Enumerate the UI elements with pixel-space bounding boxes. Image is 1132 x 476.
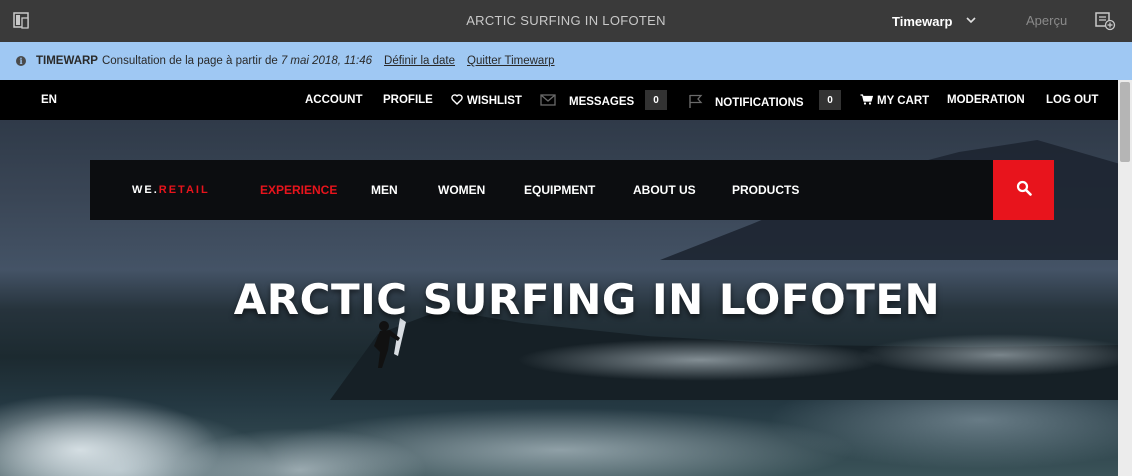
wishlist-label: WISHLIST [467, 95, 522, 107]
nav-item-men[interactable]: MEN [371, 183, 398, 197]
page-scrollbar[interactable] [1118, 80, 1132, 476]
hero-title: ARCTIC SURFING IN LOFOTEN [233, 275, 941, 324]
messages-link[interactable]: MESSAGES [540, 94, 634, 109]
moderation-link[interactable]: MODERATION [947, 94, 1025, 106]
mode-selector[interactable]: Timewarp [880, 0, 998, 42]
chevron-down-icon [966, 16, 977, 27]
editor-toolbar: ARCTIC SURFING IN LOFOTEN Timewarp Aperç… [0, 0, 1132, 42]
timewarp-date: 7 mai 2018, 11:46 [280, 55, 373, 67]
annotate-icon[interactable] [1094, 11, 1116, 31]
nav-item-products[interactable]: PRODUCTS [732, 183, 799, 197]
timewarp-label: TIMEWARP [36, 55, 98, 67]
notifications-count-badge: 0 [819, 90, 841, 110]
notifications-label: NOTIFICATIONS [715, 96, 804, 109]
nav-item-about-us[interactable]: ABOUT US [633, 183, 696, 197]
logout-link[interactable]: LOG OUT [1046, 94, 1098, 106]
nav-item-equipment[interactable]: EQUIPMENT [524, 183, 595, 197]
notifications-link[interactable]: NOTIFICATIONS [688, 94, 804, 111]
heart-icon [451, 94, 463, 108]
hero-foam [0, 320, 1118, 476]
surfer-figure [370, 316, 410, 376]
info-icon: i [16, 56, 26, 66]
nav-item-experience[interactable]: EXPERIENCE [260, 183, 337, 197]
envelope-icon [540, 94, 556, 109]
profile-link[interactable]: PROFILE [383, 94, 433, 106]
messages-label: MESSAGES [569, 95, 635, 108]
cart-label: MY CART [877, 95, 930, 107]
language-switcher[interactable]: EN [41, 94, 57, 106]
logo-accent: RETAIL [158, 184, 210, 196]
flag-icon [688, 94, 703, 111]
messages-count-badge: 0 [645, 90, 667, 110]
cart-link[interactable]: MY CART [860, 94, 929, 108]
site-frame: EN ACCOUNT PROFILE WISHLIST MESSAGES 0 N… [0, 80, 1118, 476]
site-logo[interactable]: WE.RETAIL [132, 184, 210, 196]
main-nav: WE.RETAIL EXPERIENCE MEN WOMEN EQUIPMENT… [90, 160, 993, 220]
cart-icon [860, 94, 874, 108]
wishlist-link[interactable]: WISHLIST [451, 94, 522, 108]
utility-nav: EN ACCOUNT PROFILE WISHLIST MESSAGES 0 N… [0, 80, 1118, 120]
search-icon [1016, 180, 1032, 201]
side-panel-icon[interactable] [12, 12, 32, 30]
set-date-link[interactable]: Définir la date [384, 55, 455, 67]
scrollbar-thumb[interactable] [1120, 82, 1130, 162]
nav-item-women[interactable]: WOMEN [438, 183, 485, 197]
logo-prefix: WE. [132, 184, 159, 196]
timewarp-message: Consultation de la page à partir de [101, 55, 278, 67]
preview-button[interactable]: Aperçu [1026, 13, 1067, 28]
search-button[interactable] [993, 160, 1054, 220]
account-link[interactable]: ACCOUNT [305, 94, 363, 106]
quit-timewarp-link[interactable]: Quitter Timewarp [467, 55, 555, 67]
mode-label: Timewarp [892, 13, 953, 29]
timewarp-banner: i TIMEWARP Consultation de la page à par… [0, 42, 1132, 80]
